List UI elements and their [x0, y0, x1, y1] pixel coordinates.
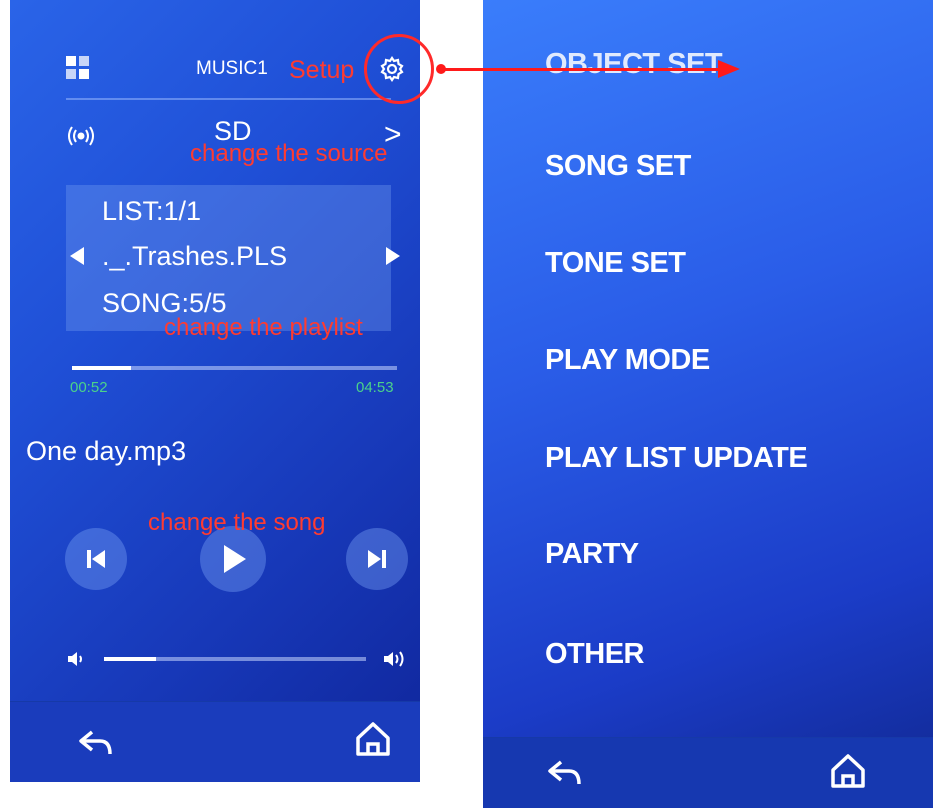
now-playing-title: One day.mp3 — [26, 436, 187, 466]
header-divider — [66, 98, 391, 100]
menu-item-play-mode[interactable]: PLAY MODE — [545, 344, 710, 377]
grid-apps-icon[interactable] — [65, 55, 91, 81]
menu-item-party[interactable]: PARTY — [545, 538, 639, 571]
total-time: 04:53 — [356, 379, 394, 396]
bottom-navigation-bar — [10, 701, 420, 782]
home-icon[interactable] — [829, 752, 867, 790]
change-playlist-annotation: change the playlist — [164, 314, 363, 341]
song-progress-fill — [72, 366, 131, 370]
setup-highlight-ring — [364, 34, 434, 104]
song-progress-bar[interactable] — [72, 366, 397, 370]
arrow-line — [440, 68, 720, 71]
back-arrow-icon[interactable] — [76, 726, 116, 760]
change-song-annotation: change the song — [148, 509, 326, 536]
menu-item-play-list-update[interactable]: PLAY LIST UPDATE — [545, 442, 808, 475]
skip-next-icon — [368, 550, 386, 568]
list-counter: LIST:1/1 — [102, 196, 202, 226]
menu-item-other[interactable]: OTHER — [545, 638, 645, 671]
setup-annotation: Setup — [289, 56, 355, 84]
back-arrow-icon[interactable] — [545, 756, 585, 790]
triangle-left-icon[interactable] — [68, 246, 86, 266]
elapsed-time: 00:52 — [70, 379, 108, 396]
menu-item-song-set[interactable]: SONG SET — [545, 150, 691, 183]
next-track-button[interactable] — [346, 528, 408, 590]
triangle-right-icon[interactable] — [384, 246, 402, 266]
volume-fill — [104, 657, 157, 661]
menu-item-object-set[interactable]: OBJECT SET — [545, 48, 723, 81]
header-title: MUSIC1 — [196, 58, 268, 79]
menu-item-tone-set[interactable]: TONE SET — [545, 247, 686, 280]
volume-slider[interactable] — [104, 657, 366, 661]
home-icon[interactable] — [354, 720, 392, 758]
playlist-name: ._.Trashes.PLS — [102, 241, 288, 271]
bottom-navigation-bar — [483, 737, 933, 808]
volume-high-icon — [382, 649, 408, 669]
setup-menu-screen: OBJECT SET SONG SET TONE SET PLAY MODE P… — [483, 0, 933, 808]
previous-track-button[interactable] — [65, 528, 127, 590]
change-source-annotation: change the source — [190, 140, 388, 167]
radio-wave-icon[interactable] — [66, 124, 96, 148]
volume-low-icon — [66, 650, 86, 668]
skip-previous-icon — [87, 550, 105, 568]
music-player-screen: MUSIC1 SD > LIST:1/1 ._.Trashes.PLS SONG… — [10, 0, 420, 782]
arrow-head — [718, 60, 740, 78]
